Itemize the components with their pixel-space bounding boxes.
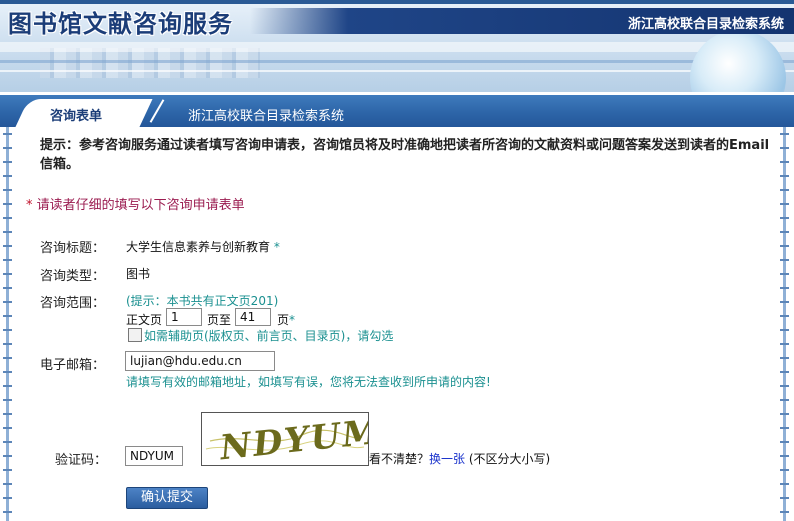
submit-button[interactable]: 确认提交: [126, 487, 208, 509]
header-globe-decoration: [690, 30, 786, 92]
captcha-label: 验证码：: [55, 453, 108, 468]
title-label: 咨询标题：: [40, 241, 106, 256]
breadcrumb-separator: [149, 99, 165, 123]
title-value-text: 大学生信息素养与创新教育: [126, 240, 271, 254]
range-hint: (提示：本书共有正文页201): [126, 294, 279, 308]
range-to-input[interactable]: [235, 308, 271, 326]
range-suffix: 页*: [277, 311, 295, 328]
aux-pages-label[interactable]: 如需辅助页(版权页、前言页、目录页)，请勾选: [144, 327, 393, 344]
email-hint: 请填写有效的邮箱地址，如填写有误，您将无法查收到所申请的内容!: [126, 375, 491, 389]
range-suffix-text: 页: [277, 313, 290, 327]
captcha-graphic: NDYUM: [205, 413, 368, 465]
required-star: *: [26, 198, 33, 213]
site-title: 图书馆文献咨询服务: [8, 10, 233, 38]
right-binder-rings: [780, 133, 789, 521]
breadcrumb: 浙江高校联合目录检索系统: [188, 109, 345, 124]
range-mid: 页至: [207, 313, 232, 327]
email-field[interactable]: [125, 351, 275, 371]
range-label: 咨询范围：: [40, 296, 106, 311]
header-stripe: [0, 42, 794, 52]
captcha-input[interactable]: [125, 446, 183, 466]
form-panel: 提示：参考咨询服务通过读者填写咨询申请表，咨询馆员将及时准确地把读者所咨询的文献…: [0, 127, 794, 521]
header-banner: 图书馆文献咨询服务 浙江高校联合目录检索系统: [0, 0, 794, 92]
range-from-input[interactable]: [166, 308, 202, 326]
header-stripe: [0, 70, 794, 72]
required-note: * 请读者仔细的填写以下咨询申请表单: [26, 194, 245, 213]
email-label: 电子邮箱：: [40, 358, 106, 373]
captcha-image: NDYUM: [201, 412, 369, 466]
captcha-help: 看不清楚？换一张 (不区分大小写): [369, 450, 550, 467]
range-required-star: *: [289, 313, 296, 327]
system-name: 浙江高校联合目录检索系统: [627, 17, 784, 32]
notice-text: 提示：参考咨询服务通过读者填写咨询申请表，咨询馆员将及时准确地把读者所咨询的文献…: [40, 138, 770, 172]
range-prefix: 正文页: [126, 313, 163, 327]
header-books-decoration: [40, 48, 260, 78]
title-value: 大学生信息素养与创新教育 *: [126, 238, 280, 255]
captcha-unclear-text: 看不清楚？: [369, 452, 430, 466]
captcha-case-note: (不区分大小写): [468, 452, 551, 466]
captcha-glyphs: NDYUM: [217, 413, 368, 465]
type-value: 图书: [126, 267, 151, 281]
header-stripe: [0, 60, 794, 63]
title-required-star: *: [273, 240, 280, 254]
nav-bar: 咨询表单 浙江高校联合目录检索系统: [0, 95, 794, 127]
left-binder-rings: [3, 133, 12, 521]
type-label: 咨询类型：: [40, 269, 106, 284]
aux-pages-checkbox[interactable]: [128, 328, 142, 342]
required-note-text: 请读者仔细的填写以下咨询申请表单: [36, 198, 245, 213]
captcha-refresh-link[interactable]: 换一张: [429, 452, 465, 466]
tab-consult-form-label[interactable]: 咨询表单: [50, 105, 102, 124]
